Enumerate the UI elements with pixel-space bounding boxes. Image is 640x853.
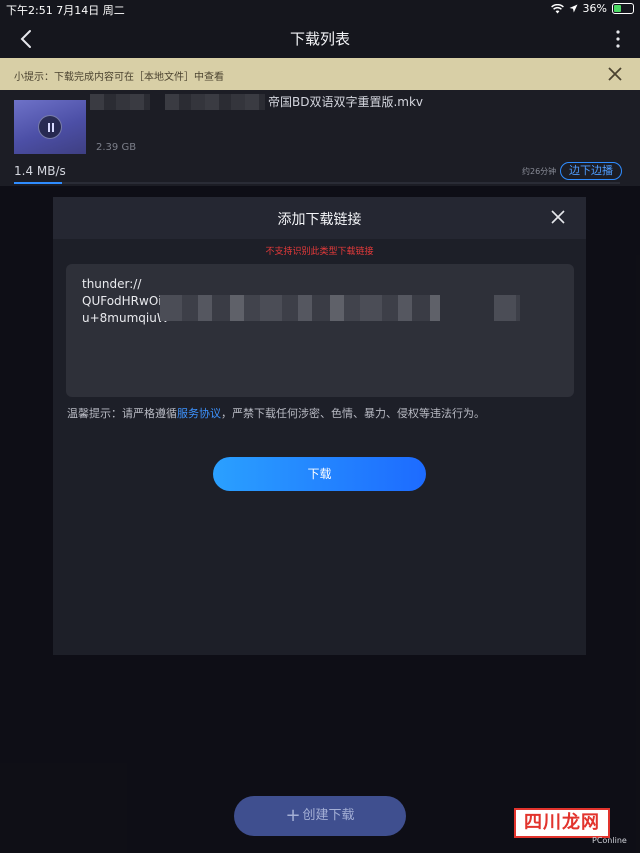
tip-text: 小提示：下载完成内容可在［本地文件］中查看 [14, 72, 224, 83]
close-icon[interactable] [550, 209, 566, 225]
dialog-header: 添加下载链接 [53, 197, 586, 239]
censored-link-part [494, 295, 520, 321]
file-size: 2.39 GB [96, 142, 137, 153]
more-vertical-icon[interactable] [614, 28, 622, 50]
nav-header: 下载列表 [0, 18, 640, 58]
notice-suffix: ，严禁下载任何涉密、色情、暴力、侵权等违法行为。 [221, 407, 485, 420]
download-speed: 1.4 MB/s [14, 164, 66, 178]
battery-icon [612, 3, 634, 14]
battery-percent: 36% [582, 2, 607, 15]
tip-banner: 小提示：下载完成内容可在［本地文件］中查看 [0, 58, 640, 90]
service-agreement-link[interactable]: 服务协议 [177, 407, 221, 420]
wifi-icon [550, 3, 564, 13]
video-thumbnail[interactable] [14, 100, 86, 154]
link-input-text: thunder:// QUFodHRwOi u+8mumqiuW [82, 277, 169, 325]
progress-bar-track [62, 182, 620, 184]
watermark-sub: PConline [592, 836, 627, 845]
watermark-logo: 四川龙网 [514, 808, 610, 838]
close-tip-icon[interactable] [606, 65, 624, 83]
notice-prefix: 温馨提示：请严格遵循 [67, 407, 177, 420]
eta-text: 约26分钟 [522, 167, 557, 176]
progress-bar-fill [14, 182, 62, 184]
censored-filename-part [90, 94, 150, 110]
error-message: 不支持识别此类型下载链接 [265, 247, 374, 257]
create-download-label: 创建下载 [302, 808, 355, 823]
status-right: 36% [550, 2, 634, 15]
download-button[interactable]: 下载 [213, 457, 426, 491]
download-item[interactable]: 帝国BD双语双字重置版.mkv 2.39 GB 1.4 MB/s 约26分钟 边… [0, 90, 640, 186]
location-icon [569, 4, 578, 13]
filename: 帝国BD双语双字重置版.mkv [268, 95, 424, 109]
notice-text: 温馨提示：请严格遵循服务协议，严禁下载任何涉密、色情、暴力、侵权等违法行为。 [67, 405, 485, 421]
censored-link-part [160, 295, 440, 321]
create-download-button[interactable]: + 创建下载 [234, 796, 406, 836]
censored-filename-part [165, 94, 265, 110]
page-title: 下载列表 [289, 30, 350, 48]
status-bar: 下午2:51 7月14日 周二 36% [0, 0, 640, 18]
status-time-date: 下午2:51 7月14日 周二 [6, 4, 125, 17]
pause-icon[interactable] [38, 115, 62, 139]
link-input[interactable]: thunder:// QUFodHRwOi u+8mumqiuW [66, 264, 574, 397]
add-link-dialog: 添加下载链接 不支持识别此类型下载链接 thunder:// QUFodHRwO… [53, 197, 586, 655]
dialog-title: 添加下载链接 [277, 212, 362, 228]
plus-icon: + [285, 805, 301, 826]
play-while-downloading-button[interactable]: 边下边播 [560, 162, 622, 180]
